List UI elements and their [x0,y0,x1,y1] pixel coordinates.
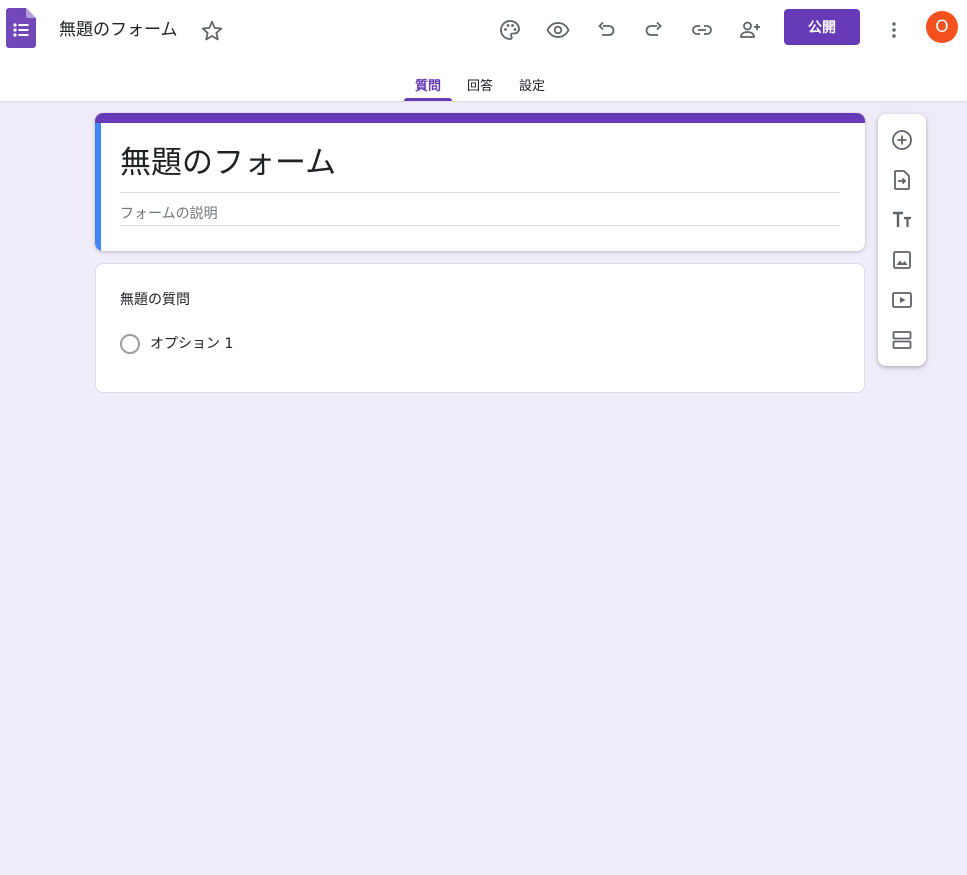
description-underline [120,225,840,226]
tab-bar: 質問 回答 設定 [0,64,967,102]
active-tab-indicator [404,98,452,101]
star-icon[interactable] [199,18,225,44]
palette-icon[interactable] [493,13,527,47]
tab-settings[interactable]: 設定 [510,64,554,102]
redo-icon[interactable] [637,13,671,47]
add-image-icon[interactable] [886,244,918,276]
undo-icon[interactable] [589,13,623,47]
account-avatar[interactable]: O [926,11,958,43]
add-question-icon[interactable] [886,124,918,156]
forms-editor: 無題のフォーム 公開 O 質問 回答 設定 無題のフォーム フォームの説明 無題… [0,0,967,875]
form-header-card[interactable]: 無題のフォーム フォームの説明 [95,113,865,251]
forms-logo-icon[interactable] [6,8,36,48]
focus-indicator-band [95,123,101,251]
add-collaborator-icon[interactable] [733,13,767,47]
radio-option-1[interactable] [120,334,140,354]
option-label[interactable]: オプション 1 [150,334,233,354]
top-bar: 無題のフォーム 公開 O 質問 回答 設定 [0,0,967,102]
question-card[interactable]: 無題の質問 オプション 1 [95,263,865,393]
preview-eye-icon[interactable] [541,13,575,47]
form-description-field[interactable]: フォームの説明 [120,204,218,224]
document-title[interactable]: 無題のフォーム [59,18,178,42]
form-title[interactable]: 無題のフォーム [120,143,336,183]
title-underline [120,192,840,193]
tab-questions[interactable]: 質問 [404,64,452,102]
add-title-icon[interactable] [886,204,918,236]
import-questions-icon[interactable] [886,164,918,196]
publish-button[interactable]: 公開 [784,9,860,45]
link-icon[interactable] [685,13,719,47]
add-video-icon[interactable] [886,284,918,316]
more-vert-icon[interactable] [877,13,911,47]
question-title[interactable]: 無題の質問 [120,290,190,310]
add-section-icon[interactable] [886,324,918,356]
side-toolbar [878,114,926,366]
theme-color-band [95,113,865,123]
tab-responses[interactable]: 回答 [458,64,502,102]
